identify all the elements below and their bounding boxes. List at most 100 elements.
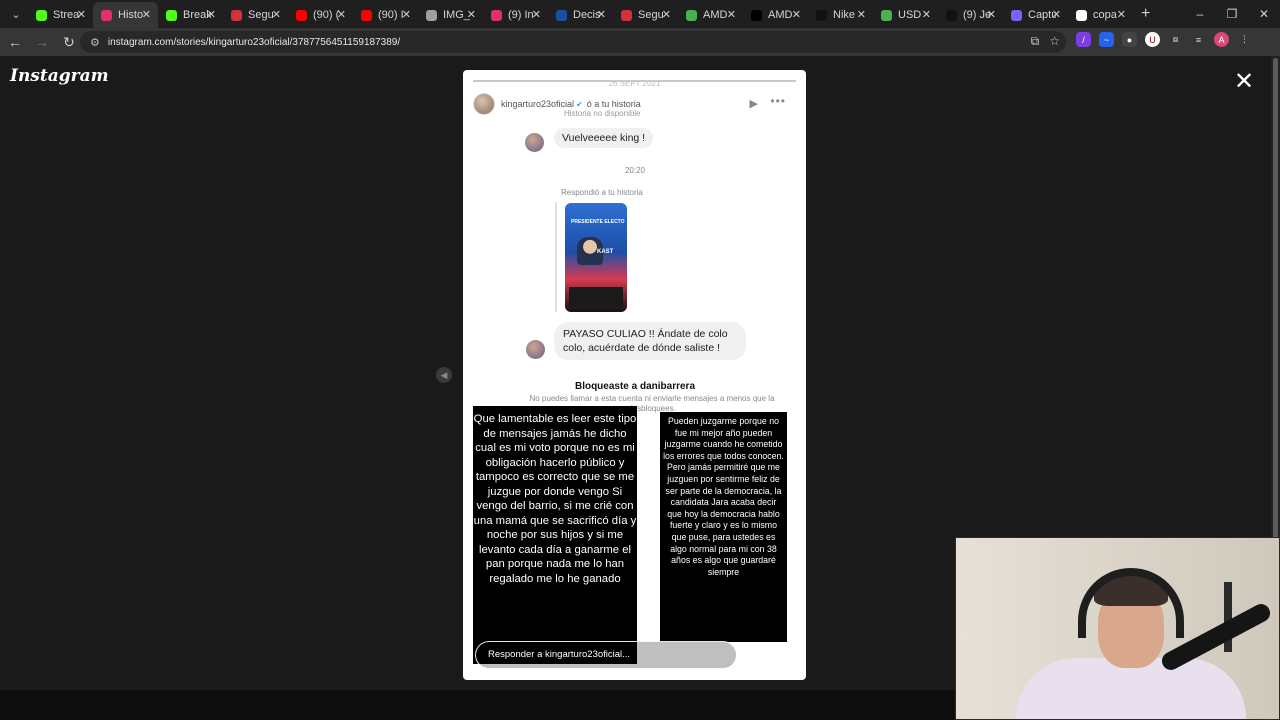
tab-favicon-icon <box>361 9 372 21</box>
browser-tab[interactable]: (9) Je ✕ <box>938 2 1003 28</box>
address-bar[interactable]: ⚙ instagram.com/stories/kingarturo23ofic… <box>80 31 1066 53</box>
browser-tab[interactable]: copa ✕ <box>1068 2 1133 28</box>
tab-close-icon[interactable]: ✕ <box>142 8 151 21</box>
tab-favicon-icon <box>166 9 177 21</box>
send-icon[interactable] <box>773 646 791 664</box>
extension-icon[interactable]: / <box>1076 32 1091 47</box>
maximize-icon[interactable]: ❐ <box>1216 0 1248 28</box>
tab-close-icon[interactable]: ✕ <box>597 8 606 21</box>
tab-close-icon[interactable]: ✕ <box>337 8 346 21</box>
site-info-icon[interactable]: ⚙ <box>90 36 100 49</box>
tab-close-icon[interactable]: ✕ <box>1117 8 1126 21</box>
tab-media-icon[interactable]: ≡ <box>1191 32 1206 47</box>
browser-tab[interactable]: USD ✕ <box>873 2 938 28</box>
browser-tab[interactable]: Histo ✕ <box>93 2 158 28</box>
browser-tab[interactable]: (9) In ✕ <box>483 2 548 28</box>
instagram-logo[interactable]: Instagram <box>10 66 109 86</box>
tab-close-icon[interactable]: ✕ <box>922 8 931 21</box>
play-icon[interactable]: ▶ <box>750 97 758 110</box>
sender-avatar <box>526 340 545 359</box>
chat-message: PAYASO CULIAO !! Ándate de colo colo, ac… <box>554 322 746 360</box>
tab-close-icon[interactable]: ✕ <box>792 8 801 21</box>
tab-favicon-icon <box>1076 9 1087 21</box>
heart-icon[interactable] <box>747 646 765 664</box>
more-options-icon[interactable]: ••• <box>770 94 786 108</box>
window-controls: – ❐ ✕ <box>1184 0 1280 28</box>
story-reply-input[interactable]: Responder a kingarturo23oficial... <box>475 641 737 669</box>
tab-favicon-icon <box>686 9 697 21</box>
new-tab-button[interactable]: + <box>1141 5 1150 23</box>
browser-tab[interactable]: AMD ✕ <box>743 2 808 28</box>
install-app-icon[interactable]: ⧉ <box>1031 34 1040 49</box>
story-card[interactable]: 26 SEPT 2021 kingarturo23oficial ✔ ó a t… <box>463 70 806 680</box>
extension-icon[interactable]: ● <box>1122 32 1137 47</box>
back-icon[interactable]: ← <box>3 34 27 50</box>
thumbnail-footer <box>569 287 623 307</box>
forward-icon[interactable]: → <box>30 34 54 50</box>
tab-close-icon[interactable]: ✕ <box>402 8 411 21</box>
tab-favicon-icon <box>426 9 437 21</box>
story-thumbnail-image: PRESIDENTE ELECTO KAST <box>565 203 627 312</box>
replied-to-story-label: Respondió a tu historia <box>561 188 643 197</box>
browser-tab[interactable]: Strea ✕ <box>28 2 93 28</box>
previous-story-arrow-icon[interactable]: ◀ <box>436 367 452 383</box>
tab-search-chevron-icon[interactable]: ⌄ <box>4 3 28 25</box>
browser-toolbar: ← → ↻ ⚙ instagram.com/stories/kingarturo… <box>0 28 1280 56</box>
tab-favicon-icon <box>101 9 112 21</box>
extension-icon[interactable]: ~ <box>1099 32 1114 47</box>
chat-timestamp: 20:20 <box>624 166 646 175</box>
close-stories-button[interactable]: ✕ <box>1234 70 1254 94</box>
blocked-title: Bloqueaste a danibarrera <box>574 381 696 392</box>
extensions-puzzle-icon[interactable]: ⧈ <box>1168 32 1183 47</box>
tab-close-icon[interactable]: ✕ <box>857 8 866 21</box>
browser-tab[interactable]: IMG_ ✕ <box>418 2 483 28</box>
tab-close-icon[interactable]: ✕ <box>532 8 541 21</box>
tab-favicon-icon <box>231 9 242 21</box>
tab-favicon-icon <box>556 9 567 21</box>
story-username[interactable]: kingarturo23oficial <box>501 99 574 109</box>
browser-tab[interactable]: Nike ✕ <box>808 2 873 28</box>
story-avatar[interactable] <box>473 93 495 115</box>
tab-favicon-icon <box>36 9 47 21</box>
browser-tab[interactable]: (90) I ✕ <box>353 2 418 28</box>
close-window-icon[interactable]: ✕ <box>1248 0 1280 28</box>
browser-tab[interactable]: Captu ✕ <box>1003 2 1068 28</box>
webcam-overlay <box>955 537 1280 720</box>
tab-close-icon[interactable]: ✕ <box>662 8 671 21</box>
reply-indicator-bar <box>555 202 557 312</box>
browser-tab[interactable]: Segu ✕ <box>223 2 288 28</box>
tab-close-icon[interactable]: ✕ <box>1052 8 1061 21</box>
story-text-panel-right: Pueden juzgarme porque no fue mi mejor a… <box>660 412 787 642</box>
tab-close-icon[interactable]: ✕ <box>77 8 86 21</box>
tab-close-icon[interactable]: ✕ <box>272 8 281 21</box>
bookmark-star-icon[interactable]: ☆ <box>1049 34 1060 49</box>
browser-tab-strip: ⌄ Strea ✕ Histo ✕ Break ✕ Segu ✕ (90) (✕ (90) I ✕ I… <box>0 0 1280 28</box>
browser-tab[interactable]: AMD ✕ <box>678 2 743 28</box>
browser-tab[interactable]: (90) (✕ <box>288 2 353 28</box>
story-progress-bar <box>473 80 796 82</box>
browser-menu-icon[interactable]: ⋮ <box>1237 32 1252 47</box>
tab-favicon-icon <box>816 9 827 21</box>
thumbnail-name: KAST <box>597 249 614 255</box>
extensions-area: / ~ ● U ⧈ ≡ A ⋮ <box>1076 32 1252 47</box>
browser-tab[interactable]: Segu ✕ <box>613 2 678 28</box>
tab-favicon-icon <box>1011 9 1022 21</box>
browser-tab[interactable]: Break ✕ <box>158 2 223 28</box>
tab-favicon-icon <box>491 9 502 21</box>
chat-message: Vuelveeeee king ! <box>554 128 654 148</box>
extension-icon[interactable]: U <box>1145 32 1160 47</box>
url-text: instagram.com/stories/kingarturo23oficia… <box>107 36 401 48</box>
tab-close-icon[interactable]: ✕ <box>727 8 736 21</box>
story-unavailable-text: Historia no disponible <box>564 109 641 118</box>
header-overlay-text: ó a tu historia <box>586 99 641 109</box>
reload-icon[interactable]: ↻ <box>57 34 81 51</box>
tab-favicon-icon <box>946 9 957 21</box>
tab-favicon-icon <box>621 9 632 21</box>
profile-avatar[interactable]: A <box>1214 32 1229 47</box>
tab-close-icon[interactable]: ✕ <box>207 8 216 21</box>
tabs-container: Strea ✕ Histo ✕ Break ✕ Segu ✕ (90) (✕ (90) I ✕ IMG… <box>28 0 1133 28</box>
browser-tab[interactable]: Decis ✕ <box>548 2 613 28</box>
tab-close-icon[interactable]: ✕ <box>467 8 476 21</box>
minimize-icon[interactable]: – <box>1184 0 1216 28</box>
tab-close-icon[interactable]: ✕ <box>987 8 996 21</box>
